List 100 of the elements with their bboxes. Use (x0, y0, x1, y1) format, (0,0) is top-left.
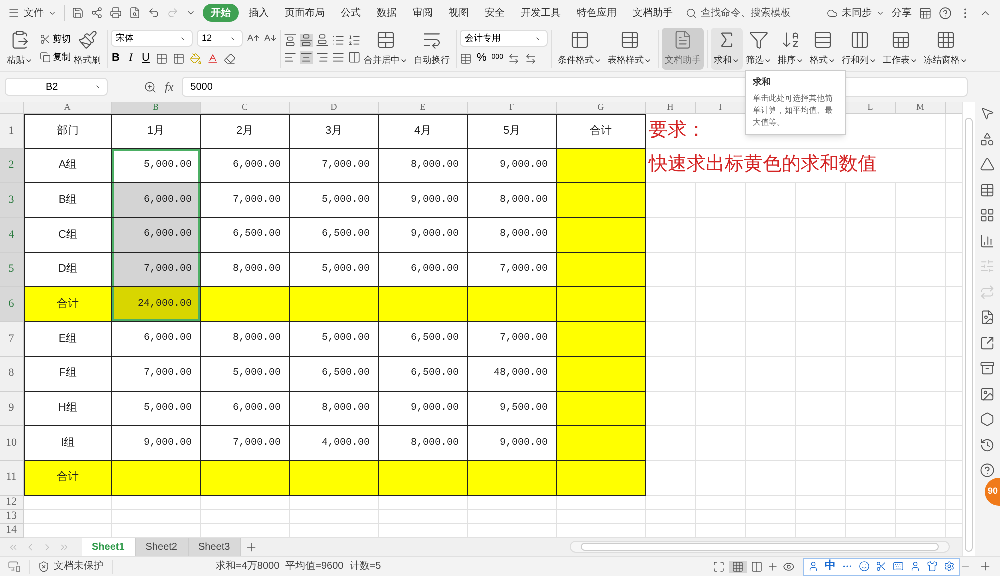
share-out-icon[interactable] (980, 336, 995, 350)
column-header[interactable]: A (24, 102, 112, 114)
table-cell[interactable]: 5,000.00 (290, 252, 379, 288)
copy-icon[interactable] (40, 52, 51, 63)
table-cell[interactable] (557, 287, 646, 322)
borders-icon[interactable] (156, 52, 168, 64)
font-style-button[interactable]: U (141, 50, 151, 67)
percent-button[interactable]: % (477, 50, 487, 67)
help-icon[interactable] (980, 463, 995, 478)
table-cell[interactable]: 合计 (24, 460, 112, 496)
table-cell[interactable]: 6,500.00 (379, 356, 468, 392)
command-search[interactable]: 查找命令、搜索模板 (686, 6, 791, 20)
distribute-icon[interactable] (348, 50, 361, 64)
format-icon[interactable] (813, 30, 833, 50)
emoji-icon[interactable] (859, 561, 870, 572)
table-cell[interactable] (290, 460, 379, 496)
image-icon[interactable] (980, 386, 995, 402)
table-cell[interactable]: 5,000.00 (112, 392, 201, 426)
align-bottom-icon[interactable] (316, 34, 329, 46)
menu-icon[interactable] (8, 7, 20, 19)
wrap-text-button[interactable]: 自动换行 (411, 28, 453, 70)
table-cell[interactable]: 5,000.00 (201, 356, 290, 392)
font-name-field[interactable]: 宋体 (111, 30, 193, 48)
table-cell[interactable] (201, 287, 290, 322)
ribbon-tool-button[interactable]: 排序 (775, 28, 807, 70)
row-header[interactable]: 3 (0, 183, 24, 218)
table-cell[interactable]: 9,000.00 (112, 426, 201, 461)
merge-center-button[interactable]: 合并居中 (361, 28, 411, 70)
rows-columns-icon[interactable] (850, 30, 870, 50)
align-left-icon[interactable] (284, 50, 297, 64)
align-top-icon[interactable] (284, 34, 297, 46)
table-cell[interactable]: 7,000.00 (201, 426, 290, 461)
table-cell[interactable]: 6,000.00 (201, 148, 290, 184)
freeze-panes-icon[interactable] (936, 30, 956, 50)
table-cell[interactable]: 48,000.00 (468, 356, 557, 392)
file-image-icon[interactable] (980, 310, 995, 325)
font-style-button[interactable]: B (111, 50, 121, 67)
column-header[interactable]: F (468, 102, 557, 114)
table-cell[interactable]: 5,000.00 (290, 183, 379, 218)
row-header[interactable]: 2 (0, 148, 24, 184)
ribbon-tab[interactable]: 文档助手 (627, 4, 679, 22)
table-cell[interactable] (201, 460, 290, 496)
row-header[interactable]: 7 (0, 322, 24, 357)
share-icon[interactable] (91, 7, 103, 19)
ribbon-tab[interactable]: 特色应用 (571, 4, 623, 22)
table-cell[interactable]: 5,000.00 (112, 148, 201, 184)
row-header[interactable]: 6 (0, 287, 24, 322)
ribbon-tab[interactable]: 插入 (243, 4, 275, 22)
hexagon-icon[interactable] (980, 412, 995, 427)
table-cell[interactable]: 9,000.00 (379, 218, 468, 253)
table-cell[interactable]: 9,000.00 (379, 183, 468, 218)
function-label[interactable]: fx (165, 78, 174, 96)
archive-icon[interactable] (980, 361, 995, 376)
table-style-button[interactable]: 表格样式 (605, 28, 655, 70)
horizontal-scrollbar[interactable] (570, 541, 950, 553)
table-cell[interactable]: 7,000.00 (112, 252, 201, 288)
table-cell[interactable]: 合计 (557, 114, 646, 149)
table-cell[interactable]: 7,000.00 (290, 148, 379, 184)
row-header[interactable]: 14 (0, 524, 24, 538)
table-cell[interactable]: 6,000.00 (112, 218, 201, 253)
table-cell[interactable]: 6,000.00 (201, 392, 290, 426)
device-icon[interactable] (8, 560, 21, 573)
ribbon-tool-button[interactable]: 工作表 (880, 28, 921, 70)
column-header[interactable]: B (112, 102, 201, 114)
page-break-icon[interactable] (751, 560, 763, 572)
person-icon[interactable] (910, 561, 921, 572)
keyboard-icon[interactable] (893, 561, 904, 572)
ribbon-tool-button[interactable]: 行和列 (839, 28, 880, 70)
table-cell[interactable]: 6,500.00 (201, 218, 290, 253)
ribbon-tab[interactable]: 页面布局 (279, 4, 331, 22)
align-middle-icon[interactable] (300, 34, 313, 46)
table-cell[interactable]: H组 (24, 392, 112, 426)
clear-icon[interactable] (224, 52, 236, 64)
table-cell[interactable]: 8,000.00 (468, 218, 557, 253)
table-cell[interactable]: 5月 (468, 114, 557, 149)
table-cell[interactable]: 3月 (290, 114, 379, 149)
cell-name-box[interactable]: B2 (5, 78, 108, 96)
table-cell[interactable]: 7,000.00 (468, 252, 557, 288)
paste-button[interactable]: 粘贴 (4, 28, 36, 70)
table-cell[interactable]: 8,000.00 (379, 426, 468, 461)
table-cell[interactable] (557, 426, 646, 461)
shirt-icon[interactable] (927, 561, 938, 572)
table-cell[interactable]: 6,500.00 (290, 356, 379, 392)
ribbon-tool-button[interactable]: 筛选 (743, 28, 775, 70)
row-header[interactable]: 1 (0, 114, 24, 149)
file-menu[interactable]: 文件 (8, 6, 57, 20)
table-cell[interactable]: F组 (24, 356, 112, 392)
print-icon[interactable] (110, 7, 122, 19)
table-cell[interactable]: 7,000.00 (468, 322, 557, 357)
help-icon[interactable] (939, 6, 952, 20)
table-icon[interactable] (980, 182, 995, 198)
input-mode[interactable]: 中 (825, 558, 836, 575)
table-cell[interactable]: 部门 (24, 114, 112, 149)
window-icon[interactable] (919, 6, 932, 20)
table-cell[interactable]: 8,000.00 (468, 183, 557, 218)
chart-icon[interactable] (980, 234, 995, 248)
table-cell[interactable] (468, 460, 557, 496)
ribbon-tool-button[interactable]: 冻结窗格 (921, 28, 971, 70)
sheet-tab[interactable]: Sheet1 (82, 538, 136, 556)
normal-view-icon[interactable] (732, 560, 744, 572)
